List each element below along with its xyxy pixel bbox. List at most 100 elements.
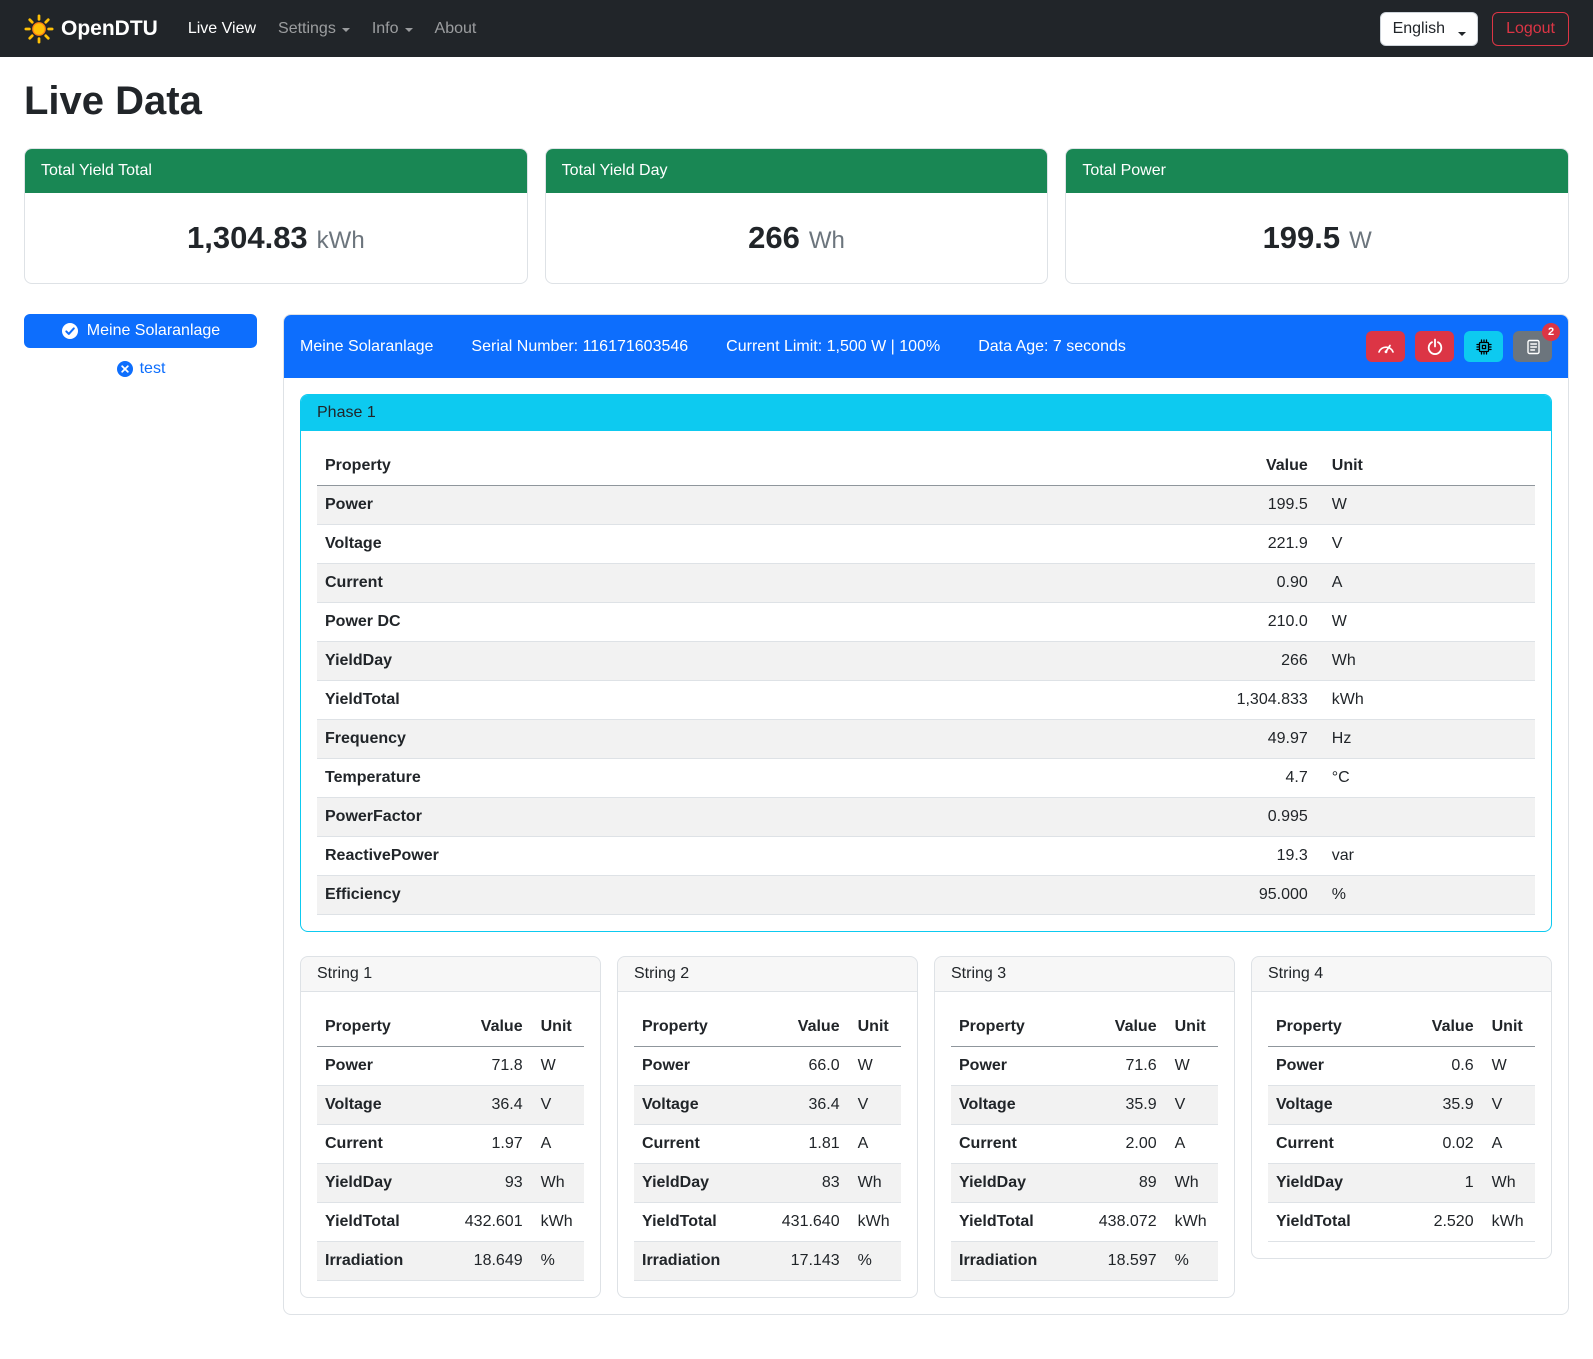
unit-cell: var bbox=[1316, 837, 1535, 876]
table-row: YieldTotal432.601kWh bbox=[317, 1203, 584, 1242]
unit-cell: A bbox=[1482, 1125, 1535, 1164]
unit-cell: kWh bbox=[1482, 1203, 1535, 1242]
value-cell: 221.9 bbox=[1048, 525, 1316, 564]
inverter-serial: Serial Number: 116171603546 bbox=[471, 338, 688, 356]
string-4-table-body: Power0.6WVoltage35.9VCurrent0.02AYieldDa… bbox=[1268, 1047, 1535, 1242]
value-cell: 71.6 bbox=[1090, 1047, 1165, 1086]
inverter-panel-body: Phase 1 Property Value Unit Power199.5WV… bbox=[284, 378, 1568, 1314]
nav-settings[interactable]: Settings bbox=[270, 12, 358, 46]
sidebar-item-test[interactable]: test bbox=[24, 360, 257, 378]
table-header-row: Property Value Unit bbox=[317, 1008, 584, 1047]
event-log-button[interactable]: 2 bbox=[1513, 331, 1552, 362]
value-cell: 210.0 bbox=[1048, 603, 1316, 642]
property-cell: YieldTotal bbox=[1268, 1203, 1407, 1242]
value-cell: 438.072 bbox=[1090, 1203, 1165, 1242]
table-row: YieldDay89Wh bbox=[951, 1164, 1218, 1203]
value-cell: 19.3 bbox=[1048, 837, 1316, 876]
unit-cell: W bbox=[531, 1047, 584, 1086]
language-select[interactable]: English bbox=[1380, 12, 1478, 46]
phase-table: Property Value Unit Power199.5WVoltage22… bbox=[317, 447, 1535, 915]
summary-card-value: 266 bbox=[748, 220, 800, 255]
unit-cell: V bbox=[531, 1086, 584, 1125]
property-cell: Frequency bbox=[317, 720, 1048, 759]
table-row: Irradiation18.649% bbox=[317, 1242, 584, 1281]
property-cell: YieldTotal bbox=[317, 681, 1048, 720]
table-header-row: Property Value Unit bbox=[1268, 1008, 1535, 1047]
string-card-body: Property Value Unit Power0.6WVoltage35.9… bbox=[1252, 992, 1551, 1258]
value-cell: 36.4 bbox=[456, 1086, 531, 1125]
column-header-unit: Unit bbox=[1482, 1008, 1535, 1047]
unit-cell: W bbox=[1165, 1047, 1218, 1086]
nav-info[interactable]: Info bbox=[364, 12, 421, 46]
string-3-table-body: Power71.6WVoltage35.9VCurrent2.00AYieldD… bbox=[951, 1047, 1218, 1281]
nav-links: Live View Settings Info About bbox=[180, 12, 1380, 46]
unit-cell: % bbox=[848, 1242, 901, 1281]
table-row: YieldTotal438.072kWh bbox=[951, 1203, 1218, 1242]
summary-card-unit: Wh bbox=[809, 227, 845, 254]
unit-cell bbox=[1316, 798, 1535, 837]
string-card-body: Property Value Unit Power71.8WVoltage36.… bbox=[301, 992, 600, 1297]
value-cell: 95.000 bbox=[1048, 876, 1316, 915]
gauge-icon bbox=[1376, 339, 1396, 355]
phase-table-body: Power199.5WVoltage221.9VCurrent0.90APowe… bbox=[317, 486, 1535, 915]
column-header-property: Property bbox=[1268, 1008, 1407, 1047]
table-row: Power DC210.0W bbox=[317, 603, 1535, 642]
nav-about[interactable]: About bbox=[427, 12, 485, 46]
unit-cell: Wh bbox=[1482, 1164, 1535, 1203]
string-4-table: Property Value Unit Power0.6WVoltage35.9… bbox=[1268, 1008, 1535, 1242]
table-row: Power199.5W bbox=[317, 486, 1535, 525]
unit-cell: A bbox=[848, 1125, 901, 1164]
property-cell: Efficiency bbox=[317, 876, 1048, 915]
value-cell: 71.8 bbox=[456, 1047, 531, 1086]
value-cell: 0.90 bbox=[1048, 564, 1316, 603]
string-card-title: String 1 bbox=[301, 957, 600, 992]
property-cell: YieldDay bbox=[317, 1164, 456, 1203]
property-cell: Voltage bbox=[1268, 1086, 1407, 1125]
value-cell: 35.9 bbox=[1090, 1086, 1165, 1125]
sidebar-item-meine-solaranlage[interactable]: Meine Solaranlage bbox=[24, 314, 257, 348]
unit-cell: Wh bbox=[848, 1164, 901, 1203]
property-cell: ReactivePower bbox=[317, 837, 1048, 876]
device-info-button[interactable] bbox=[1464, 331, 1503, 362]
value-cell: 17.143 bbox=[773, 1242, 848, 1281]
property-cell: PowerFactor bbox=[317, 798, 1048, 837]
summary-card-title: Total Yield Total bbox=[25, 149, 527, 193]
table-row: Power0.6W bbox=[1268, 1047, 1535, 1086]
nav-settings-label: Settings bbox=[278, 20, 336, 38]
page-title: Live Data bbox=[24, 79, 1569, 124]
unit-cell: A bbox=[1316, 564, 1535, 603]
limit-settings-button[interactable] bbox=[1366, 331, 1405, 362]
nav-live-view[interactable]: Live View bbox=[180, 12, 264, 46]
value-cell: 1.81 bbox=[773, 1125, 848, 1164]
summary-card-title: Total Power bbox=[1066, 149, 1568, 193]
table-row: Efficiency95.000% bbox=[317, 876, 1535, 915]
table-row: Temperature4.7°C bbox=[317, 759, 1535, 798]
unit-cell: °C bbox=[1316, 759, 1535, 798]
value-cell: 36.4 bbox=[773, 1086, 848, 1125]
table-row: Power71.8W bbox=[317, 1047, 584, 1086]
power-toggle-button[interactable] bbox=[1415, 331, 1454, 362]
value-cell: 4.7 bbox=[1048, 759, 1316, 798]
total-yield-total-card: Total Yield Total 1,304.83kWh bbox=[24, 148, 528, 284]
value-cell: 93 bbox=[456, 1164, 531, 1203]
string-1-table: Property Value Unit Power71.8WVoltage36.… bbox=[317, 1008, 584, 1281]
value-cell: 266 bbox=[1048, 642, 1316, 681]
inverter-panel: Meine Solaranlage Serial Number: 1161716… bbox=[283, 314, 1569, 1315]
value-cell: 35.9 bbox=[1407, 1086, 1482, 1125]
column-header-unit: Unit bbox=[531, 1008, 584, 1047]
table-row: Frequency49.97Hz bbox=[317, 720, 1535, 759]
journal-list-icon bbox=[1524, 338, 1542, 356]
unit-cell: W bbox=[848, 1047, 901, 1086]
unit-cell: kWh bbox=[1165, 1203, 1218, 1242]
language-select-value: English bbox=[1393, 20, 1445, 37]
summary-card-unit: W bbox=[1349, 227, 1372, 254]
brand[interactable]: OpenDTU bbox=[24, 14, 158, 44]
summary-cards-row: Total Yield Total 1,304.83kWh Total Yiel… bbox=[24, 148, 1569, 284]
chevron-down-icon bbox=[405, 28, 413, 32]
table-row: Irradiation17.143% bbox=[634, 1242, 901, 1281]
logout-button[interactable]: Logout bbox=[1492, 12, 1569, 46]
table-row: Voltage35.9V bbox=[1268, 1086, 1535, 1125]
column-header-value: Value bbox=[1407, 1008, 1482, 1047]
table-row: Power71.6W bbox=[951, 1047, 1218, 1086]
table-row: Current0.02A bbox=[1268, 1125, 1535, 1164]
